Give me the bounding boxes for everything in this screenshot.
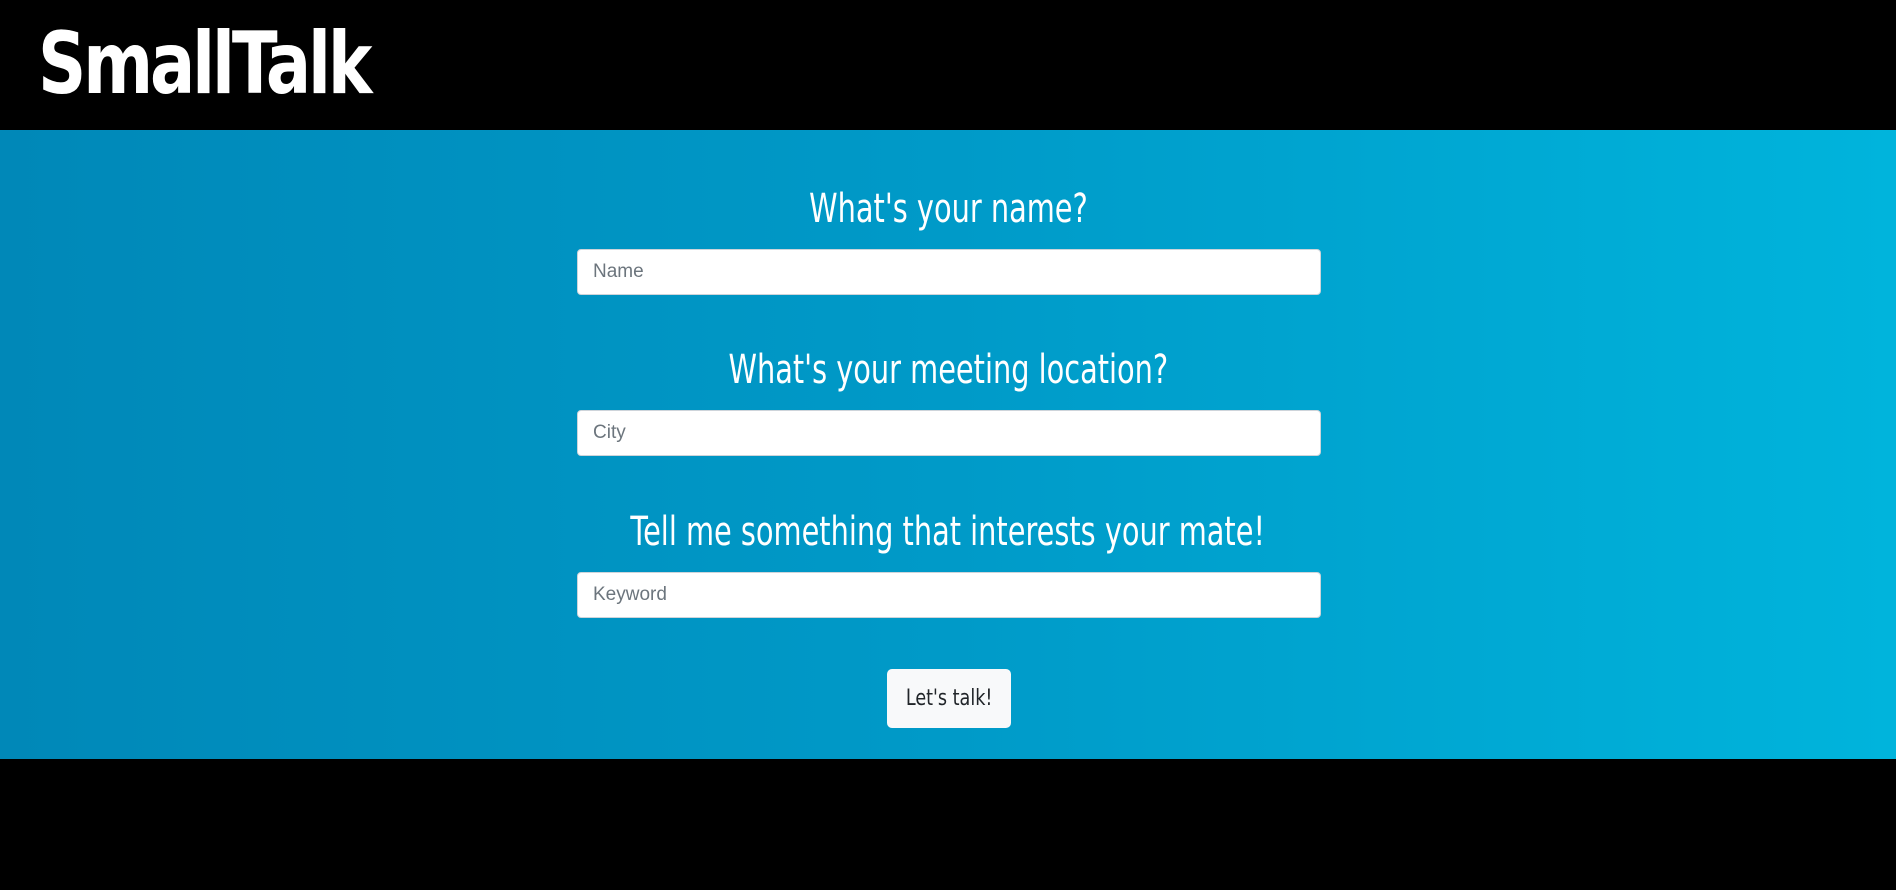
location-question-label: What's your meeting location?: [0, 345, 1896, 395]
lets-talk-button-label: Let's talk!: [905, 686, 993, 711]
name-question-text: What's your name?: [808, 186, 1088, 232]
brand-logo-text[interactable]: SmallTalk: [38, 14, 372, 114]
page-footer: [0, 759, 1896, 890]
name-question-label: What's your name?: [0, 184, 1896, 234]
site-header: SmallTalk: [0, 0, 1896, 130]
location-question-text: What's your meeting location?: [728, 347, 1168, 393]
interest-question-label: Tell me something that interests your ma…: [0, 507, 1896, 557]
name-input[interactable]: [577, 249, 1321, 295]
lets-talk-button[interactable]: Let's talk!: [887, 669, 1011, 728]
form-section: What's your name? What's your meeting lo…: [0, 130, 1896, 759]
city-input[interactable]: [577, 410, 1321, 456]
interest-question-text: Tell me something that interests your ma…: [630, 509, 1266, 555]
keyword-input[interactable]: [577, 572, 1321, 618]
